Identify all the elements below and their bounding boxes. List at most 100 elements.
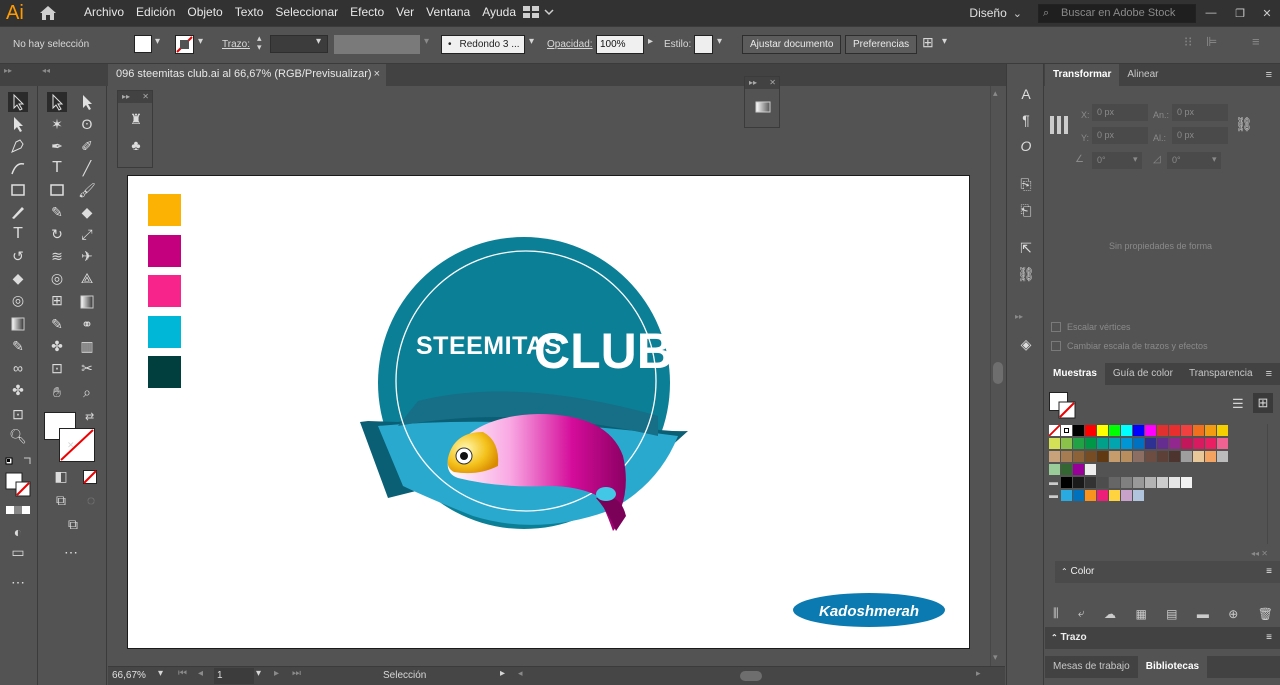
- swatch[interactable]: [1109, 477, 1121, 489]
- reference-point-icon[interactable]: [1050, 116, 1068, 134]
- swatch[interactable]: [1169, 477, 1181, 489]
- status-menu-icon[interactable]: ▸: [500, 668, 505, 679]
- chevron-down-icon[interactable]: ▾: [316, 36, 321, 47]
- document-tab[interactable]: 096 steemitas club.ai al 66,67% (RGB/Pre…: [108, 64, 386, 86]
- swatch[interactable]: [1205, 425, 1217, 437]
- grid-view-icon[interactable]: ⊞: [1253, 393, 1273, 413]
- graphic-styles-icon[interactable]: ⎗: [1016, 200, 1036, 220]
- width-input[interactable]: 0 px: [1172, 104, 1228, 121]
- palette-chip-cyan[interactable]: [148, 316, 181, 348]
- collapse-panel-icon[interactable]: ◂◂ ✕: [1251, 549, 1268, 558]
- eraser-icon[interactable]: ◆: [77, 202, 97, 222]
- menu-ayuda[interactable]: Ayuda: [476, 0, 522, 26]
- swatch[interactable]: [1157, 438, 1169, 450]
- signature-badge[interactable]: Kadoshmerah: [792, 591, 948, 629]
- swatch[interactable]: [1145, 438, 1157, 450]
- swatch[interactable]: [1097, 425, 1109, 437]
- swatch[interactable]: [1157, 477, 1169, 489]
- distribute-icon[interactable]: ⊫: [1206, 34, 1217, 50]
- shape-builder-icon[interactable]: ◎: [8, 290, 28, 310]
- shaper-tool-icon[interactable]: ✎: [47, 202, 67, 222]
- x-input[interactable]: 0 px: [1092, 104, 1148, 121]
- close-tab-icon[interactable]: ×: [374, 64, 380, 85]
- eyedropper-icon[interactable]: ✎: [8, 336, 28, 356]
- swatch[interactable]: [1181, 425, 1193, 437]
- swatch[interactable]: [1145, 425, 1157, 437]
- scroll-down-icon[interactable]: ▾: [993, 652, 998, 663]
- scale-tool-icon[interactable]: ⤢: [77, 224, 97, 244]
- pen-tool-icon[interactable]: [8, 136, 28, 156]
- zoom-tool-icon[interactable]: 🔍︎: [8, 426, 28, 446]
- scale-corners-checkbox[interactable]: [1051, 322, 1061, 332]
- swatch[interactable]: [1049, 464, 1061, 476]
- collapse-tools-icon[interactable]: ◂◂: [42, 66, 50, 75]
- swatch[interactable]: [1121, 425, 1133, 437]
- palette-chip-pink[interactable]: [148, 275, 181, 307]
- swatch[interactable]: [1121, 451, 1133, 463]
- tab-alinear[interactable]: Alinear: [1119, 64, 1166, 86]
- swatch[interactable]: [1085, 451, 1097, 463]
- draw-mode-icon[interactable]: ◐: [8, 522, 28, 542]
- paintbrush-icon[interactable]: 🖌︎: [77, 180, 97, 200]
- swatch[interactable]: [1097, 477, 1109, 489]
- minimize-icon[interactable]: —: [1196, 7, 1226, 19]
- swatch[interactable]: [1133, 451, 1145, 463]
- swatch[interactable]: [1133, 490, 1145, 502]
- scroll-thumb[interactable]: [993, 362, 1003, 384]
- rectangle-tool-icon[interactable]: [8, 180, 28, 200]
- arrange-documents-icon[interactable]: [522, 5, 554, 19]
- delete-swatch-icon[interactable]: 🗑︎: [1258, 607, 1273, 621]
- graphic-style-swatch[interactable]: [694, 35, 713, 54]
- collapse-tools-icon[interactable]: ▸▸: [4, 66, 12, 75]
- swatch-folder-icon[interactable]: ▬: [1049, 477, 1061, 489]
- swatch[interactable]: [1133, 425, 1145, 437]
- next-page-icon[interactable]: ▸: [274, 668, 279, 679]
- home-icon[interactable]: [38, 4, 58, 22]
- chevron-down-icon[interactable]: ▾: [717, 36, 722, 47]
- eraser-icon[interactable]: ◆: [8, 268, 28, 288]
- new-swatch-icon[interactable]: ⊕: [1228, 607, 1238, 621]
- swatch[interactable]: [1121, 477, 1133, 489]
- swatch[interactable]: [1049, 451, 1061, 463]
- swatch[interactable]: [1061, 490, 1073, 502]
- symbol-sprayer-icon[interactable]: ✤: [8, 380, 28, 400]
- swatch-none[interactable]: [1049, 425, 1061, 437]
- stroke-panel-header[interactable]: ⌃ Trazo ≡: [1045, 627, 1280, 649]
- menu-ver[interactable]: Ver: [390, 0, 420, 26]
- swatch[interactable]: [1061, 477, 1073, 489]
- chevron-down-icon[interactable]: ▾: [1133, 154, 1138, 165]
- first-page-icon[interactable]: ⏮: [178, 668, 187, 679]
- puppet-icon[interactable]: ♜: [126, 109, 146, 129]
- rectangle-tool-icon[interactable]: [47, 180, 67, 200]
- magic-wand-icon[interactable]: ✶: [47, 114, 67, 134]
- symbol-sprayer-icon[interactable]: ✤: [47, 336, 67, 356]
- swatch[interactable]: [1169, 438, 1181, 450]
- swatch[interactable]: [1061, 464, 1073, 476]
- zoom-input[interactable]: 66,67%: [112, 668, 158, 684]
- fit-document-button[interactable]: Ajustar documento: [742, 35, 842, 54]
- screen-mode-icon[interactable]: ▭: [8, 542, 28, 562]
- swap-colors-icon[interactable]: ⇄: [85, 410, 94, 423]
- graph-tool-icon[interactable]: ▥: [77, 336, 97, 356]
- swatch[interactable]: [1061, 438, 1073, 450]
- swatch[interactable]: [1049, 438, 1061, 450]
- fill-swatch[interactable]: [134, 35, 152, 53]
- swatch[interactable]: [1205, 438, 1217, 450]
- y-input[interactable]: 0 px: [1092, 127, 1148, 144]
- close-icon[interactable]: ✕: [142, 91, 149, 103]
- swatch[interactable]: [1073, 477, 1085, 489]
- close-window-icon[interactable]: ✕: [1254, 7, 1280, 20]
- swatch[interactable]: [1109, 490, 1121, 502]
- align-icon[interactable]: ⁝⁝: [1184, 34, 1192, 50]
- swatch[interactable]: [1193, 438, 1205, 450]
- panel-menu-icon[interactable]: ≡: [1266, 627, 1272, 649]
- tab-transparencia[interactable]: Transparencia: [1181, 363, 1261, 385]
- palette-chip-magenta[interactable]: [148, 235, 181, 267]
- swatch[interactable]: [1097, 451, 1109, 463]
- links-panel-icon[interactable]: ⛓︎: [1016, 264, 1036, 284]
- menu-objeto[interactable]: Objeto: [181, 0, 228, 26]
- preferences-button[interactable]: Preferencias: [845, 35, 918, 54]
- palette-chip-dark-teal[interactable]: [148, 356, 181, 388]
- close-icon[interactable]: ✕: [67, 440, 75, 451]
- stock-search-input[interactable]: ⌕ Buscar en Adobe Stock: [1038, 3, 1196, 23]
